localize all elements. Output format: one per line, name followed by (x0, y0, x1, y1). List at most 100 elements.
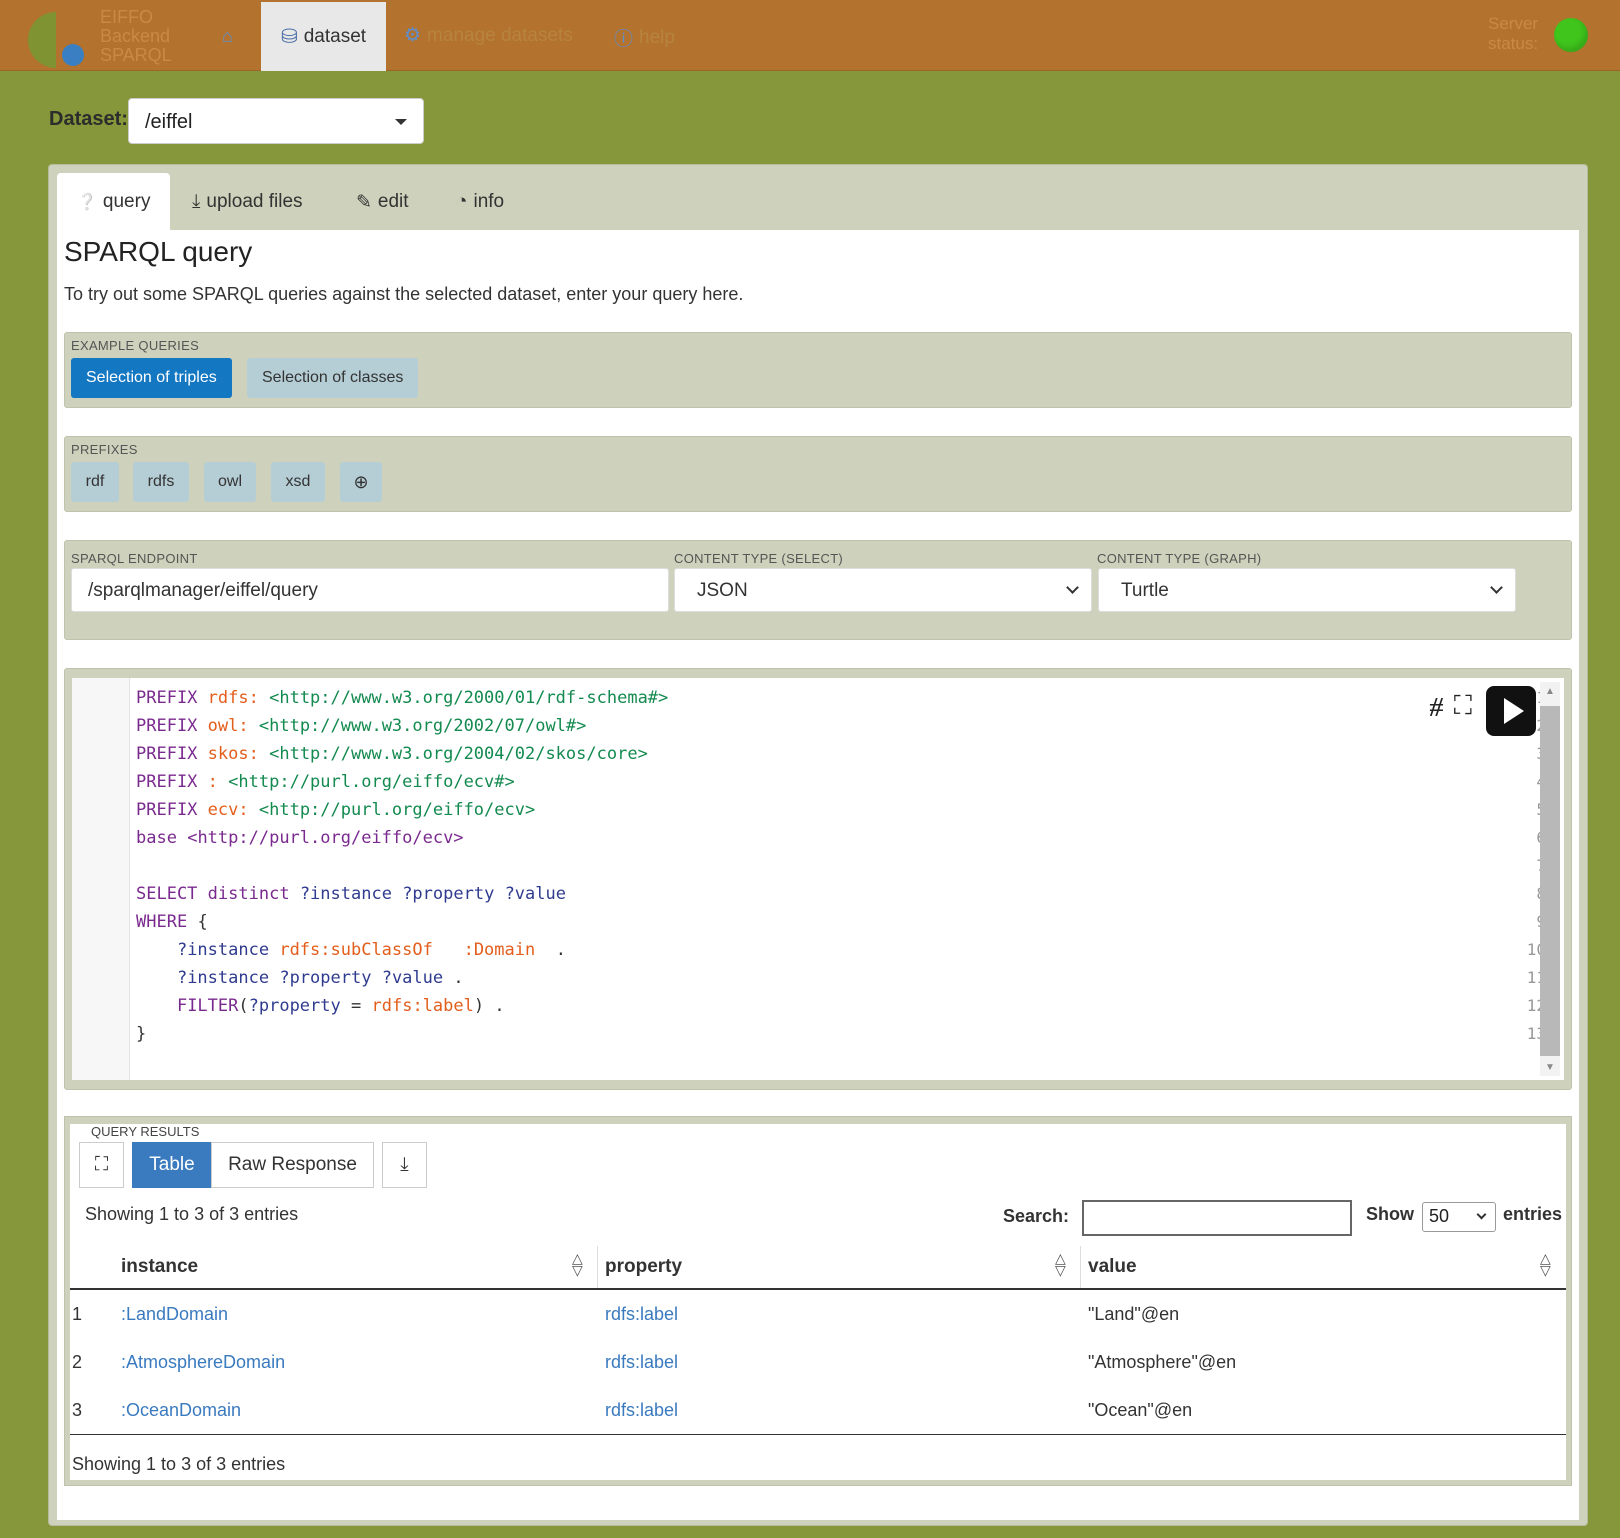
uri: <http://purl.org/eiffo/ecv> (258, 800, 536, 820)
column-divider (597, 1246, 598, 1288)
keyword: WHERE (136, 912, 188, 932)
content-type-select-dropdown[interactable]: JSON (674, 568, 1092, 612)
instance-link[interactable]: :AtmosphereDomain (121, 1352, 285, 1373)
nav-item-help[interactable]: ⓘ help (614, 24, 675, 51)
prefix-rdfs-button[interactable]: rdfs (133, 462, 189, 502)
tab-label: upload files (206, 191, 303, 212)
keyword: PREFIX (136, 744, 198, 764)
keyword: base (136, 828, 177, 848)
uri: <http://www.w3.org/2002/07/owl#> (258, 716, 587, 736)
caret-down-icon (395, 119, 407, 125)
logo-text: EIFFO Backend SPARQL (100, 8, 172, 65)
prefix-owl-button[interactable]: owl (204, 462, 256, 502)
property-link[interactable]: rdfs:label (605, 1400, 678, 1421)
table-info-footer: Showing 1 to 3 of 3 entries (72, 1454, 286, 1474)
variable: ?instance (176, 968, 270, 988)
value-cell: "Atmosphere"@en (1088, 1352, 1237, 1372)
chevron-down-icon (1066, 581, 1079, 594)
database-icon: ⛁ (280, 26, 298, 48)
row-number: 1 (72, 1304, 83, 1324)
code-line: ?instance rdfs:subClassOf :Domain . (136, 940, 566, 960)
column-divider (1080, 1246, 1081, 1288)
server-status-indicator (1554, 18, 1588, 52)
upload-icon: ⤓ (192, 191, 201, 212)
prefix-xsd-button[interactable]: xsd (271, 462, 325, 502)
sort-icon[interactable]: △ ▽ (1540, 1251, 1551, 1277)
tab-label: edit (377, 191, 409, 212)
nav-item-manage-datasets[interactable]: ⚙ manage datasets (404, 24, 573, 47)
nav-item-dataset[interactable]: ⛁ dataset (261, 2, 386, 71)
instance-link[interactable]: :OceanDomain (121, 1400, 241, 1421)
add-prefix-icon[interactable]: ⊕ (340, 462, 382, 502)
instance-link[interactable]: :LandDomain (121, 1304, 228, 1325)
query-editor[interactable]: 1 ▼ 2 3 4 5 6 7 8 9 ▼ 10 11 12 13 PREFIX… (72, 678, 1564, 1080)
column-header-property[interactable]: property (605, 1256, 682, 1278)
scroll-down-icon[interactable]: ▼ (1545, 1062, 1555, 1073)
sort-icon[interactable]: △ ▽ (1055, 1251, 1066, 1277)
editor-scrollbar[interactable]: ▲ ▼ (1540, 682, 1560, 1076)
property-link[interactable]: rdfs:label (605, 1352, 678, 1373)
sparql-endpoint-label: SPARQL ENDPOINT (71, 551, 198, 566)
expand-results-icon[interactable]: ⛶ (79, 1142, 124, 1188)
variable: ?value (381, 968, 444, 988)
dataset-select[interactable]: /eiffel (128, 98, 424, 144)
page-size-select[interactable]: 50 (1422, 1202, 1496, 1232)
variable: ?value (504, 884, 566, 904)
code-line: } (136, 1024, 146, 1044)
dataset-label: Dataset: (49, 108, 128, 130)
operator: = (351, 996, 362, 1016)
nav-item-label: manage datasets (427, 24, 573, 46)
sparql-endpoint-input[interactable]: /sparqlmanager/eiffel/query (71, 568, 669, 612)
variable: ?instance (299, 884, 392, 904)
table-footer-rule (70, 1434, 1566, 1435)
raw-response-button[interactable]: Raw Response (211, 1142, 374, 1188)
fullscreen-icon[interactable]: ⛶ (1454, 690, 1472, 722)
property-link[interactable]: rdfs:label (605, 1304, 678, 1325)
logo-line: Backend (100, 26, 171, 46)
tab-query[interactable]: ❔ query (57, 173, 171, 231)
example-selection-of-triples-button[interactable]: Selection of triples (71, 358, 232, 398)
scroll-up-icon[interactable]: ▲ (1545, 686, 1555, 697)
table-search-input[interactable] (1082, 1200, 1352, 1236)
logo-line: EIFFO (100, 7, 153, 27)
sort-icon[interactable]: △ ▽ (572, 1251, 583, 1277)
code-line: PREFIX rdfs: <http://www.w3.org/2000/01/… (136, 688, 668, 708)
info-circle-icon: ⓘ (614, 29, 634, 50)
variable: ?instance (176, 940, 270, 960)
keyword: PREFIX (136, 688, 198, 708)
content-type-graph-dropdown[interactable]: Turtle (1098, 568, 1516, 612)
page-size-value: 50 (1429, 1206, 1450, 1226)
server-status-label: Server status: (1488, 14, 1538, 54)
tab-upload-files[interactable]: ⤓ upload files (172, 173, 323, 231)
prefix-rdf-button[interactable]: rdf (71, 462, 119, 502)
dot: . (555, 940, 566, 960)
download-icon[interactable]: ⤓ (382, 1142, 427, 1188)
chevron-down-icon (1476, 1209, 1487, 1220)
home-icon[interactable]: ⌂ (222, 26, 233, 47)
tab-info[interactable]: ◔ info (436, 173, 524, 231)
tab-edit[interactable]: ✎ edit (336, 173, 429, 231)
keyword: PREFIX (136, 800, 198, 820)
content-type-graph-value: Turtle (1121, 580, 1169, 601)
keyword: FILTER (176, 996, 239, 1016)
table-view-button[interactable]: Table (132, 1142, 212, 1188)
brace: { (197, 912, 208, 932)
share-icon[interactable]: ⧣ (1429, 690, 1444, 722)
variable: ?property (279, 968, 372, 988)
tab-label: info (473, 191, 505, 212)
example-selection-of-classes-button[interactable]: Selection of classes (247, 358, 419, 398)
search-label: Search: (1003, 1206, 1070, 1226)
column-header-instance[interactable]: instance (121, 1256, 198, 1278)
logo[interactable]: EIFFO Backend SPARQL (28, 8, 188, 68)
gears-icon: ⚙ (404, 25, 422, 46)
dashboard-icon: ◔ (456, 191, 468, 212)
row-number: 3 (72, 1400, 83, 1420)
uri: <http://www.w3.org/2000/01/rdf-schema#> (269, 688, 669, 708)
tab-label: query (102, 191, 151, 212)
scrollbar-thumb[interactable] (1540, 706, 1560, 1056)
run-query-button[interactable] (1486, 686, 1536, 736)
column-header-value[interactable]: value (1088, 1256, 1137, 1278)
nav-item-label: dataset (303, 25, 367, 47)
code-line: PREFIX : <http://purl.org/eiffo/ecv#> (136, 772, 515, 792)
brace: } (136, 1024, 147, 1044)
